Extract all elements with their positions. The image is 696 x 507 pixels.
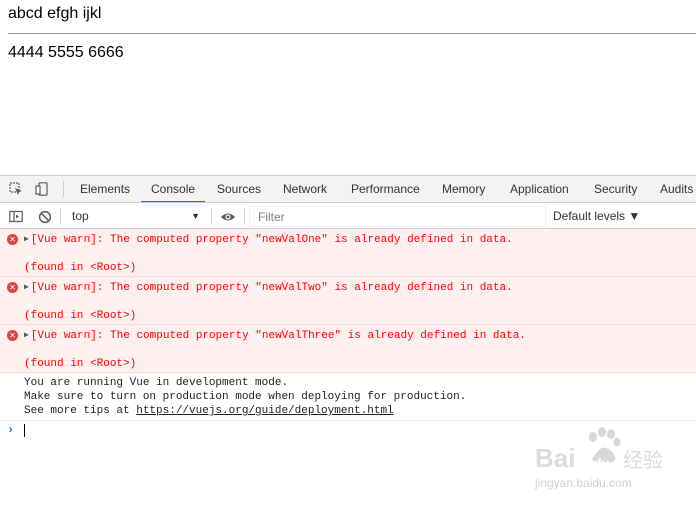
context-value: top [72, 209, 89, 223]
watermark-brand: Bai [535, 443, 575, 473]
prompt-chevron-icon: › [7, 423, 15, 437]
console-log-message: You are running Vue in development mode.… [0, 373, 696, 421]
filterbar-separator [60, 208, 61, 224]
error-found-in: (found in <Root>) [24, 358, 137, 370]
default-levels-dropdown[interactable]: Default levels ▼ [553, 203, 640, 229]
baidu-jingyan-watermark: Bai du 经验 jingyan.baidu.com [534, 427, 663, 490]
horizontal-rule [8, 33, 696, 34]
expand-triangle-icon[interactable]: ▶ [24, 233, 29, 247]
watermark-brand-du: du [593, 455, 610, 471]
tab-performance[interactable]: Performance [341, 176, 430, 202]
text-line-2: 4444 5555 6666 [8, 44, 124, 61]
tab-application[interactable]: Application [500, 176, 579, 202]
error-text: [Vue warn]: The computed property "newVa… [30, 282, 513, 294]
log-line-3-prefix: See more tips at [24, 405, 137, 417]
filterbar-separator [211, 208, 212, 224]
error-icon: ✕ [7, 330, 18, 341]
filter-input[interactable] [249, 206, 546, 227]
error-icon: ✕ [7, 234, 18, 245]
eye-icon[interactable] [220, 210, 236, 224]
log-line-2: Make sure to turn on production mode whe… [24, 391, 467, 403]
context-selector[interactable]: top ▼ [66, 207, 206, 225]
console-error-message: ✕ ▶ [Vue warn]: The computed property "ne… [0, 277, 696, 325]
page-content: abcd efgh ijkl 4444 5555 6666 [0, 0, 696, 175]
tab-console[interactable]: Console [141, 176, 206, 202]
watermark-brand-cn: 经验 [623, 448, 663, 472]
console-filterbar: top ▼ Default levels ▼ [0, 203, 696, 229]
error-found-in: (found in <Root>) [24, 310, 137, 322]
console-error-message: ✕ ▶ [Vue warn]: The computed property "ne… [0, 325, 696, 373]
expand-triangle-icon[interactable]: ▶ [24, 281, 29, 295]
tab-memory[interactable]: Memory [432, 176, 495, 202]
deployment-guide-link[interactable]: https://vuejs.org/guide/deployment.html [136, 405, 393, 417]
devtools-tabbar: Elements Console Sources Network Perform… [0, 176, 696, 203]
error-found-in: (found in <Root>) [24, 262, 137, 274]
filterbar-separator [244, 208, 245, 224]
tab-sources[interactable]: Sources [207, 176, 271, 202]
expand-triangle-icon[interactable]: ▶ [24, 329, 29, 343]
text-line-1: abcd efgh ijkl [8, 5, 102, 22]
watermark-url: jingyan.baidu.com [534, 476, 632, 490]
show-sidebar-icon[interactable] [9, 210, 23, 224]
error-text: [Vue warn]: The computed property "newVa… [30, 330, 526, 342]
tab-network[interactable]: Network [273, 176, 337, 202]
clear-console-icon[interactable] [38, 210, 52, 224]
tab-security[interactable]: Security [584, 176, 647, 202]
tabbar-separator [63, 181, 64, 197]
tab-audits[interactable]: Audits [650, 176, 696, 202]
tab-elements[interactable]: Elements [70, 176, 140, 202]
console-error-message: ✕ ▶ [Vue warn]: The computed property "ne… [0, 229, 696, 277]
device-toolbar-icon[interactable] [35, 182, 49, 196]
log-line-1: You are running Vue in development mode. [24, 377, 289, 389]
chevron-down-icon: ▼ [191, 211, 200, 221]
text-cursor [24, 424, 25, 437]
inspect-element-icon[interactable] [9, 182, 23, 196]
error-text: [Vue warn]: The computed property "newVa… [30, 234, 513, 246]
error-icon: ✕ [7, 282, 18, 293]
